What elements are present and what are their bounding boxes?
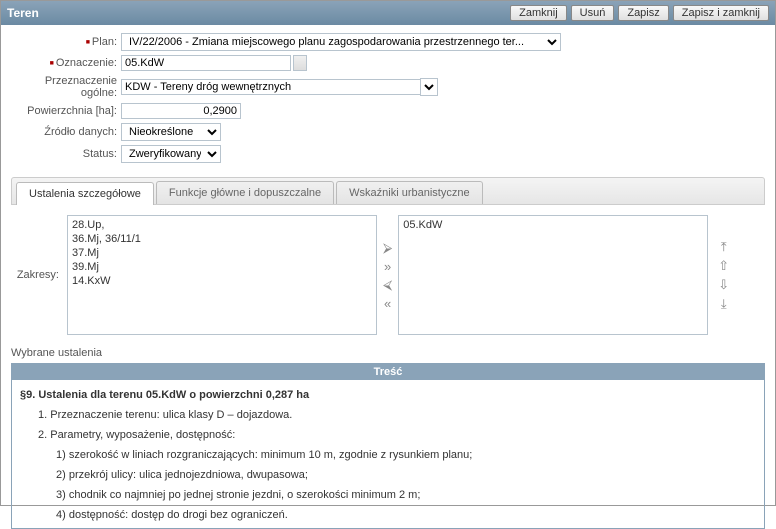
tabs: Ustalenia szczegółowe Funkcje główne i d… [11,177,765,205]
selected-header: Wybrane ustalenia [11,347,765,359]
oznaczenie-stepper[interactable] [293,55,307,71]
window: Teren Zamknij Usuń Zapisz Zapisz i zamkn… [0,0,776,506]
content-subline: 3) chodnik co najmniej po jednej stronie… [56,486,756,504]
move-all-left-icon[interactable]: « [383,296,392,311]
content-table: Treść §9. Ustalenia dla terenu 05.KdW o … [11,363,765,529]
available-listbox[interactable]: 28.Up, 36.Mj, 36/11/1 37.Mj 39.Mj 14.KxW [67,215,377,335]
close-button[interactable]: Zamknij [510,5,567,21]
titlebar: Teren Zamknij Usuń Zapisz Zapisz i zamkn… [1,1,775,25]
przeznaczenie-input[interactable] [121,79,421,95]
content-line: 2. Parametry, wyposażenie, dostępność: [38,426,756,444]
status-label: Status: [11,148,121,160]
move-up-icon[interactable]: ⇧ [718,258,729,274]
status-select[interactable]: Zweryfikowany [121,145,221,163]
form-area: Plan: IV/22/2006 - Zmiana miejscowego pl… [1,25,775,171]
delete-button[interactable]: Usuń [571,5,615,21]
powierzchnia-label: Powierzchnia [ha]: [11,105,121,117]
move-down-icon[interactable]: ⇩ [718,277,729,293]
window-title: Teren [7,6,39,20]
oznaczenie-input[interactable] [121,55,291,71]
tab-ustalenia[interactable]: Ustalenia szczegółowe [16,182,154,205]
list-item[interactable]: 37.Mj [72,246,372,260]
list-item[interactable]: 28.Up, [72,218,372,232]
list-item[interactable]: 05.KdW [403,218,703,232]
order-buttons: ⤒ ⇧ ⇩ ⤓ [718,239,729,312]
tab-funkcje[interactable]: Funkcje główne i dopuszczalne [156,181,334,204]
shuttle-buttons: ⮚ » ⮘ « [383,240,392,311]
content-subline: 1) szerokość w liniach rozgraniczających… [56,446,756,464]
tab-wskazniki[interactable]: Wskaźniki urbanistyczne [336,181,482,204]
save-button[interactable]: Zapisz [618,5,668,21]
move-left-icon[interactable]: ⮘ [383,277,392,293]
list-item[interactable]: 14.KxW [72,274,372,288]
move-all-right-icon[interactable]: » [383,259,392,274]
przeznaczenie-label: Przeznaczenie ogólne: [11,75,121,99]
selected-listbox[interactable]: 05.KdW [398,215,708,335]
list-item[interactable]: 39.Mj [72,260,372,274]
zrodlo-label: Źródło danych: [11,126,121,138]
content-subline: 4) dostępność: dostęp do drogi bez ogran… [56,506,756,524]
list-item[interactable]: 36.Mj, 36/11/1 [72,232,372,246]
plan-label: Plan: [11,36,121,48]
save-close-button[interactable]: Zapisz i zamknij [673,5,769,21]
move-top-icon[interactable]: ⤒ [718,239,729,255]
content-line: 1. Przeznaczenie terenu: ulica klasy D –… [38,406,756,424]
move-bottom-icon[interactable]: ⤓ [718,296,729,312]
plan-select[interactable]: IV/22/2006 - Zmiana miejscowego planu za… [121,33,561,51]
przeznaczenie-dropdown[interactable] [420,78,438,96]
content-title: Treść [12,364,764,380]
powierzchnia-input[interactable] [121,103,241,119]
zrodlo-select[interactable]: Nieokreślone [121,123,221,141]
oznaczenie-label: Oznaczenie: [11,57,121,69]
zakresy-label: Zakresy: [11,269,61,281]
move-right-icon[interactable]: ⮚ [383,240,392,256]
titlebar-buttons: Zamknij Usuń Zapisz Zapisz i zamknij [510,5,769,21]
tab-body: Zakresy: 28.Up, 36.Mj, 36/11/1 37.Mj 39.… [11,205,765,529]
content-paragraph: §9. Ustalenia dla terenu 05.KdW o powier… [20,389,309,401]
content-subline: 2) przekrój ulicy: ulica jednojezdniowa,… [56,466,756,484]
